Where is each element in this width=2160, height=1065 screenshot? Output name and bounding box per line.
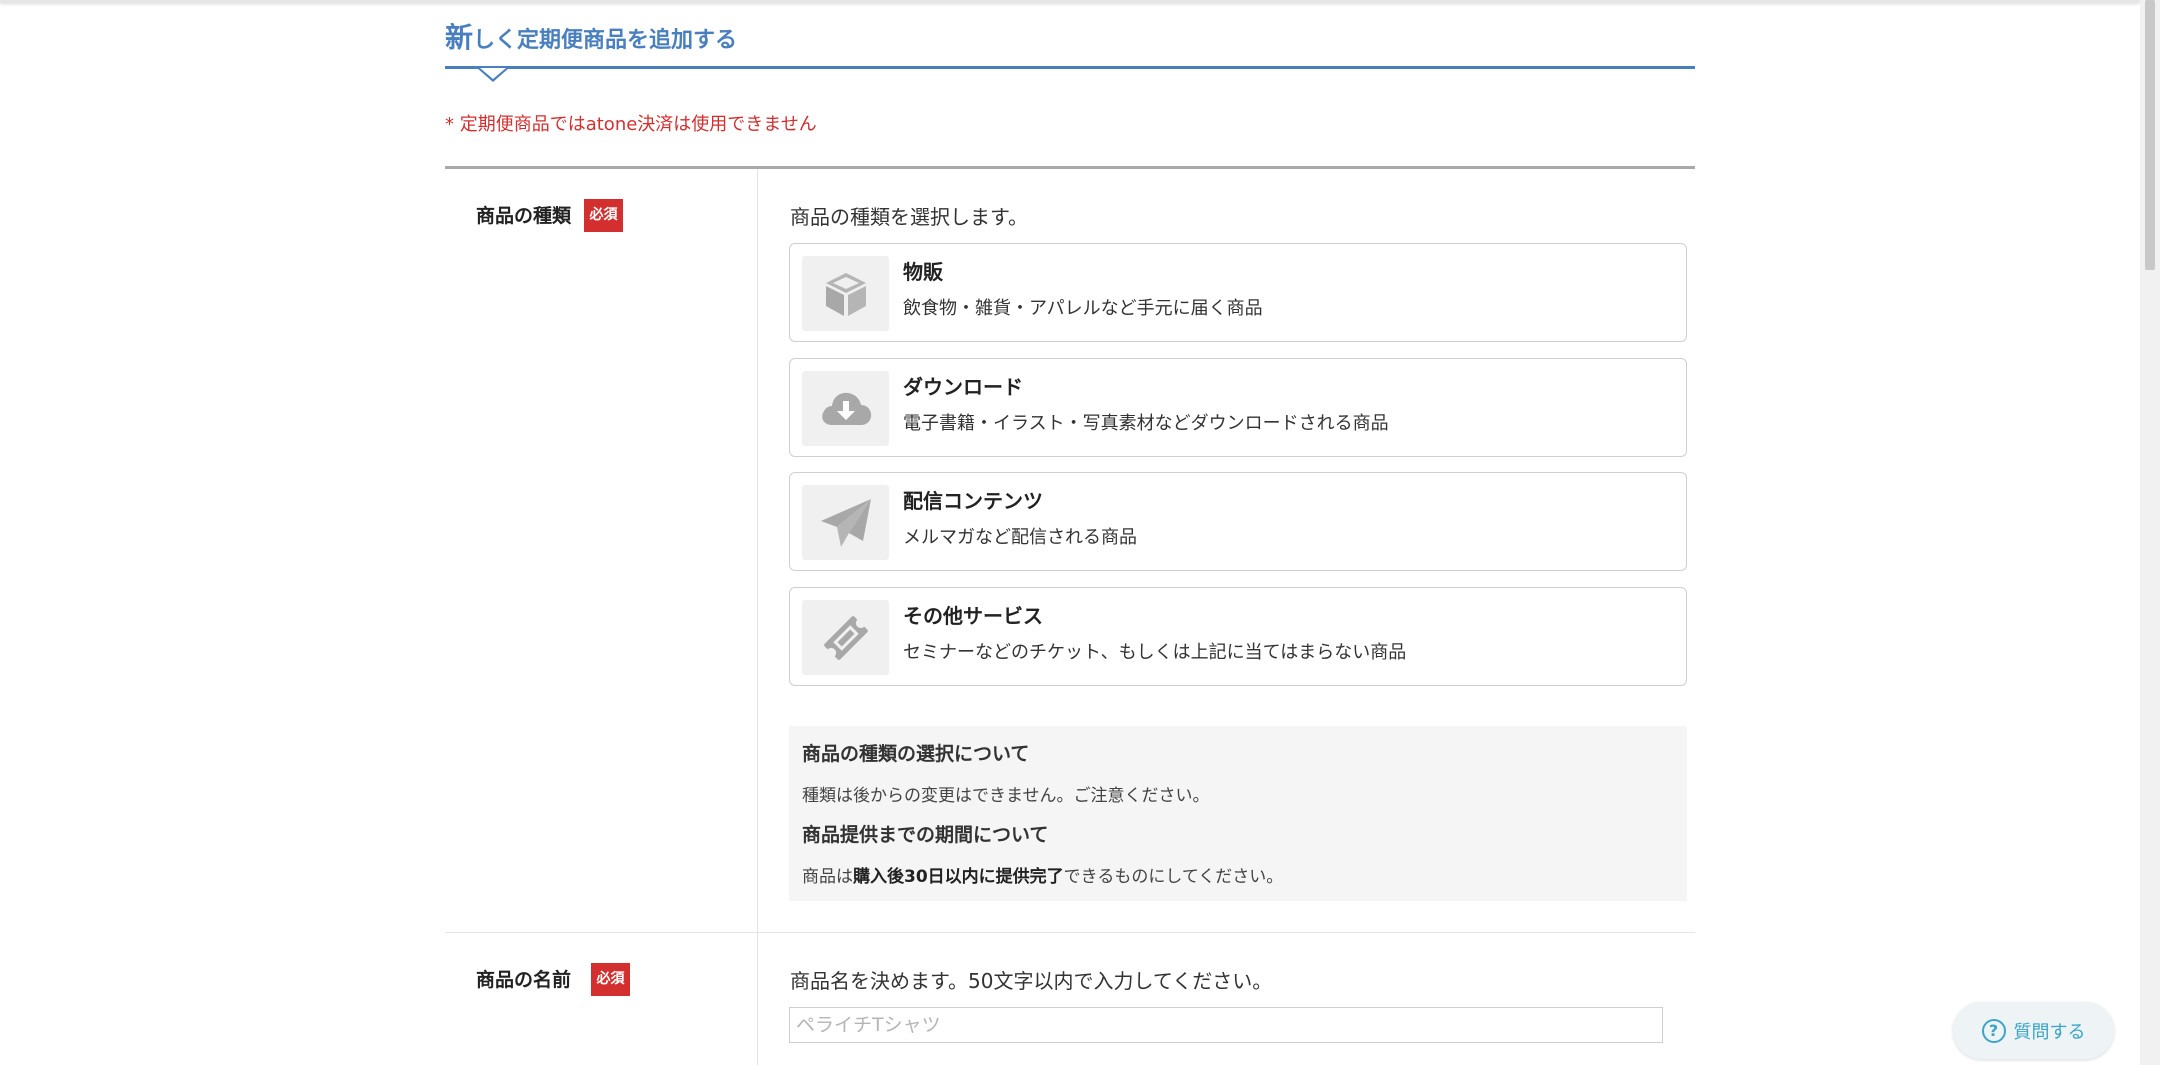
page-header: 新しく定期便商品を追加する <box>445 14 1695 84</box>
label-column-divider <box>757 169 758 1065</box>
type-option-subtitle: メルマガなど配信される商品 <box>903 527 1137 548</box>
type-option-title: ダウンロード <box>903 375 1023 399</box>
title-first-char: 新 <box>445 21 474 54</box>
info-text-period-suffix: できるものにしてください。 <box>1063 867 1284 887</box>
title-rest: しく定期便商品を追加する <box>473 28 738 53</box>
type-option-other[interactable]: その他サービス セミナーなどのチケット、もしくは上記に当てはまらない商品 <box>789 587 1687 686</box>
product-name-label: 商品の名前 <box>476 969 572 991</box>
atone-notice: * 定期便商品ではatone決済は使用できません <box>445 114 817 135</box>
info-heading-period: 商品提供までの期間について <box>802 824 1049 846</box>
type-option-download[interactable]: ダウンロード 電子書籍・イラスト・写真素材などダウンロードされる商品 <box>789 358 1687 457</box>
product-type-label: 商品の種類 <box>476 205 572 227</box>
info-heading-type: 商品の種類の選択について <box>802 743 1030 765</box>
ticket-icon <box>802 600 889 675</box>
product-type-info-box: 商品の種類の選択について 種類は後からの変更はできません。ご注意ください。 商品… <box>789 726 1687 901</box>
info-text-type: 種類は後からの変更はできません。ご注意ください。 <box>802 786 1210 806</box>
product-name-input[interactable] <box>789 1007 1663 1043</box>
info-text-period-prefix: 商品は <box>802 867 853 887</box>
info-text-period: 商品は購入後30日以内に提供完了できるものにしてください。 <box>802 862 1283 887</box>
title-notch-inner <box>480 68 506 79</box>
type-option-title: その他サービス <box>903 604 1043 628</box>
help-button[interactable]: ? 質問する <box>1953 1002 2114 1059</box>
type-option-subtitle: 飲食物・雑貨・アパレルなど手元に届く商品 <box>903 298 1263 319</box>
required-badge: 必須 <box>591 963 630 996</box>
top-bar <box>0 0 2140 3</box>
form-top-divider <box>445 166 1695 169</box>
product-name-description: 商品名を決めます。50文字以内で入力してください。 <box>790 969 1273 993</box>
type-option-title: 配信コンテンツ <box>903 489 1043 513</box>
row-divider <box>445 932 1695 933</box>
page-title: 新しく定期便商品を追加する <box>445 16 737 56</box>
question-circle-icon: ? <box>1981 1018 2006 1043</box>
product-type-description: 商品の種類を選択します。 <box>790 205 1028 229</box>
title-underline <box>445 66 1695 69</box>
type-option-subtitle: 電子書籍・イラスト・写真素材などダウンロードされる商品 <box>903 413 1389 434</box>
type-option-physical[interactable]: 物販 飲食物・雑貨・アパレルなど手元に届く商品 <box>789 243 1687 342</box>
help-button-label: 質問する <box>2013 1021 2086 1043</box>
type-option-delivery[interactable]: 配信コンテンツ メルマガなど配信される商品 <box>789 472 1687 571</box>
info-text-period-bold: 購入後30日以内に提供完了 <box>853 867 1064 887</box>
required-badge: 必須 <box>584 199 623 232</box>
type-option-subtitle: セミナーなどのチケット、もしくは上記に当てはまらない商品 <box>903 642 1407 663</box>
cloud-download-icon <box>802 371 889 446</box>
vertical-scrollbar[interactable] <box>2140 0 2160 1065</box>
type-option-title: 物販 <box>903 260 943 284</box>
scrollbar-thumb[interactable] <box>2145 0 2155 270</box>
box-icon <box>802 256 889 331</box>
paper-plane-icon <box>802 485 889 560</box>
